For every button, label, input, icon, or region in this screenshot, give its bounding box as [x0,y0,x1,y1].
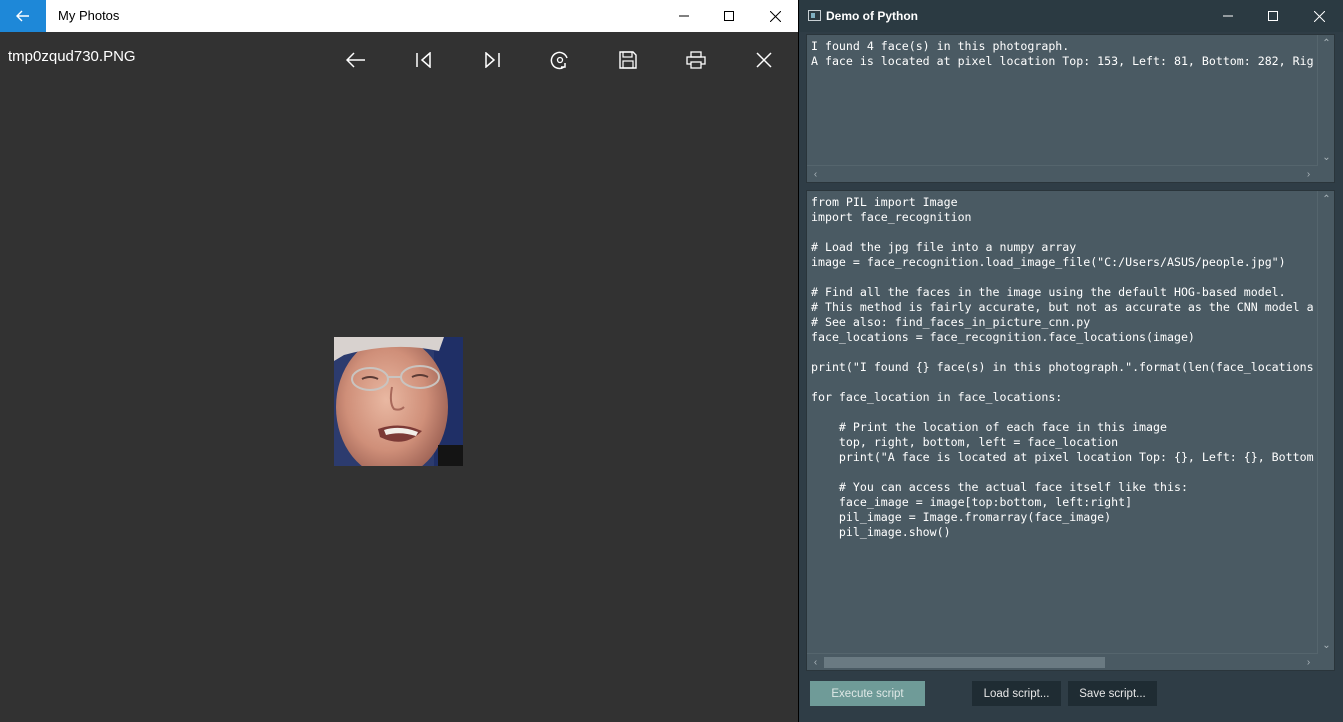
script-line: # Find all the faces in the image using … [811,285,1286,299]
output-text: I found 4 face(s) in this photograph. A f… [811,39,1316,164]
app-icon [808,10,821,21]
back-photo-button[interactable] [336,44,376,76]
script-line: import face_recognition [811,210,972,224]
photo-toolbar: tmp0zqud730.PNG [0,32,798,80]
script-line: # See also: find_faces_in_picture_cnn.py [811,315,1091,329]
script-line [811,225,1316,240]
scroll-down-icon[interactable]: ⌄ [1318,637,1335,654]
arrow-left-icon [346,52,365,68]
maximize-icon [1268,11,1278,21]
save-icon [619,51,637,69]
photos-titlebar: My Photos [0,0,798,32]
scroll-up-icon[interactable]: ⌃ [1318,191,1335,208]
minimize-button[interactable] [661,0,707,32]
scroll-up-icon[interactable]: ⌃ [1318,35,1335,52]
script-line: from PIL import Image [811,195,958,209]
script-line: # Load the jpg file into a numpy array [811,240,1077,254]
script-line: pil_image = Image.fromarray(face_image) [811,510,1112,524]
output-line: A face is located at pixel location Top:… [811,54,1314,68]
close-icon [769,10,781,22]
script-line: # You can access the actual face itself … [811,480,1188,494]
window-title: My Photos [58,8,120,23]
scrollbar-thumb[interactable] [824,657,1105,668]
script-line: face_image = image[top:bottom, left:righ… [811,495,1133,509]
scroll-down-icon[interactable]: ⌄ [1318,149,1335,166]
script-editor[interactable]: from PIL import Image import face_recogni… [806,190,1335,671]
close-icon [1313,10,1325,22]
output-horizontal-scrollbar[interactable]: ‹ › [807,165,1317,182]
minimize-button[interactable] [1205,0,1251,32]
minimize-icon [679,15,689,17]
next-icon [485,52,500,68]
minimize-icon [1223,15,1233,17]
close-window-button[interactable] [1296,0,1342,32]
back-button[interactable] [0,0,46,32]
script-line: face_locations = face_recognition.face_l… [811,330,1195,344]
scroll-left-icon[interactable]: ‹ [807,166,824,183]
print-icon [686,51,706,69]
save-button[interactable] [608,44,648,76]
close-icon [756,52,772,68]
scroll-left-icon[interactable]: ‹ [807,654,824,671]
script-line [811,465,1316,480]
previous-button[interactable] [404,44,444,76]
execute-script-button[interactable]: Execute script [810,681,925,706]
script-vertical-scrollbar[interactable]: ⌃ ⌄ [1317,191,1334,654]
script-line: for face_location in face_locations: [811,390,1063,404]
script-line: top, right, bottom, left = face_location [811,435,1119,449]
script-line [811,375,1316,390]
output-vertical-scrollbar[interactable]: ⌃ ⌄ [1317,35,1334,166]
output-textbox[interactable]: I found 4 face(s) in this photograph. A f… [806,34,1335,183]
scroll-right-icon[interactable]: › [1300,166,1317,183]
print-button[interactable] [676,44,716,76]
script-line: pil_image.show() [811,525,951,539]
script-line: # This method is fairly accurate, but no… [811,300,1314,314]
maximize-icon [724,11,734,21]
photos-window: My Photos tmp0zqud730.PNG [0,0,798,722]
maximize-button[interactable] [1250,0,1296,32]
rotate-icon [550,51,568,70]
script-line: # Print the location of each face in thi… [811,420,1167,434]
script-line: print("I found {} face(s) in this photog… [811,360,1314,374]
rotate-button[interactable] [540,44,580,76]
script-line [811,405,1316,420]
script-horizontal-scrollbar[interactable]: ‹ › [807,653,1317,670]
close-photo-button[interactable] [744,44,784,76]
maximize-button[interactable] [706,0,752,32]
scroll-right-icon[interactable]: › [1300,654,1317,671]
next-button[interactable] [472,44,512,76]
script-line: image = face_recognition.load_image_file… [811,255,1286,269]
window-title: Demo of Python [826,9,918,23]
close-window-button[interactable] [752,0,798,32]
script-line [811,270,1316,285]
save-script-button[interactable]: Save script... [1068,681,1157,706]
load-script-button[interactable]: Load script... [972,681,1061,706]
script-line [811,345,1316,360]
script-text: from PIL import Image import face_recogni… [811,195,1316,652]
file-name: tmp0zqud730.PNG [8,48,136,65]
previous-icon [416,52,431,68]
script-line: print("A face is located at pixel locati… [811,450,1314,464]
python-titlebar: Demo of Python [799,0,1343,32]
back-arrow-icon [16,10,29,22]
face-photo [334,337,463,466]
output-line: I found 4 face(s) in this photograph. [811,39,1070,53]
